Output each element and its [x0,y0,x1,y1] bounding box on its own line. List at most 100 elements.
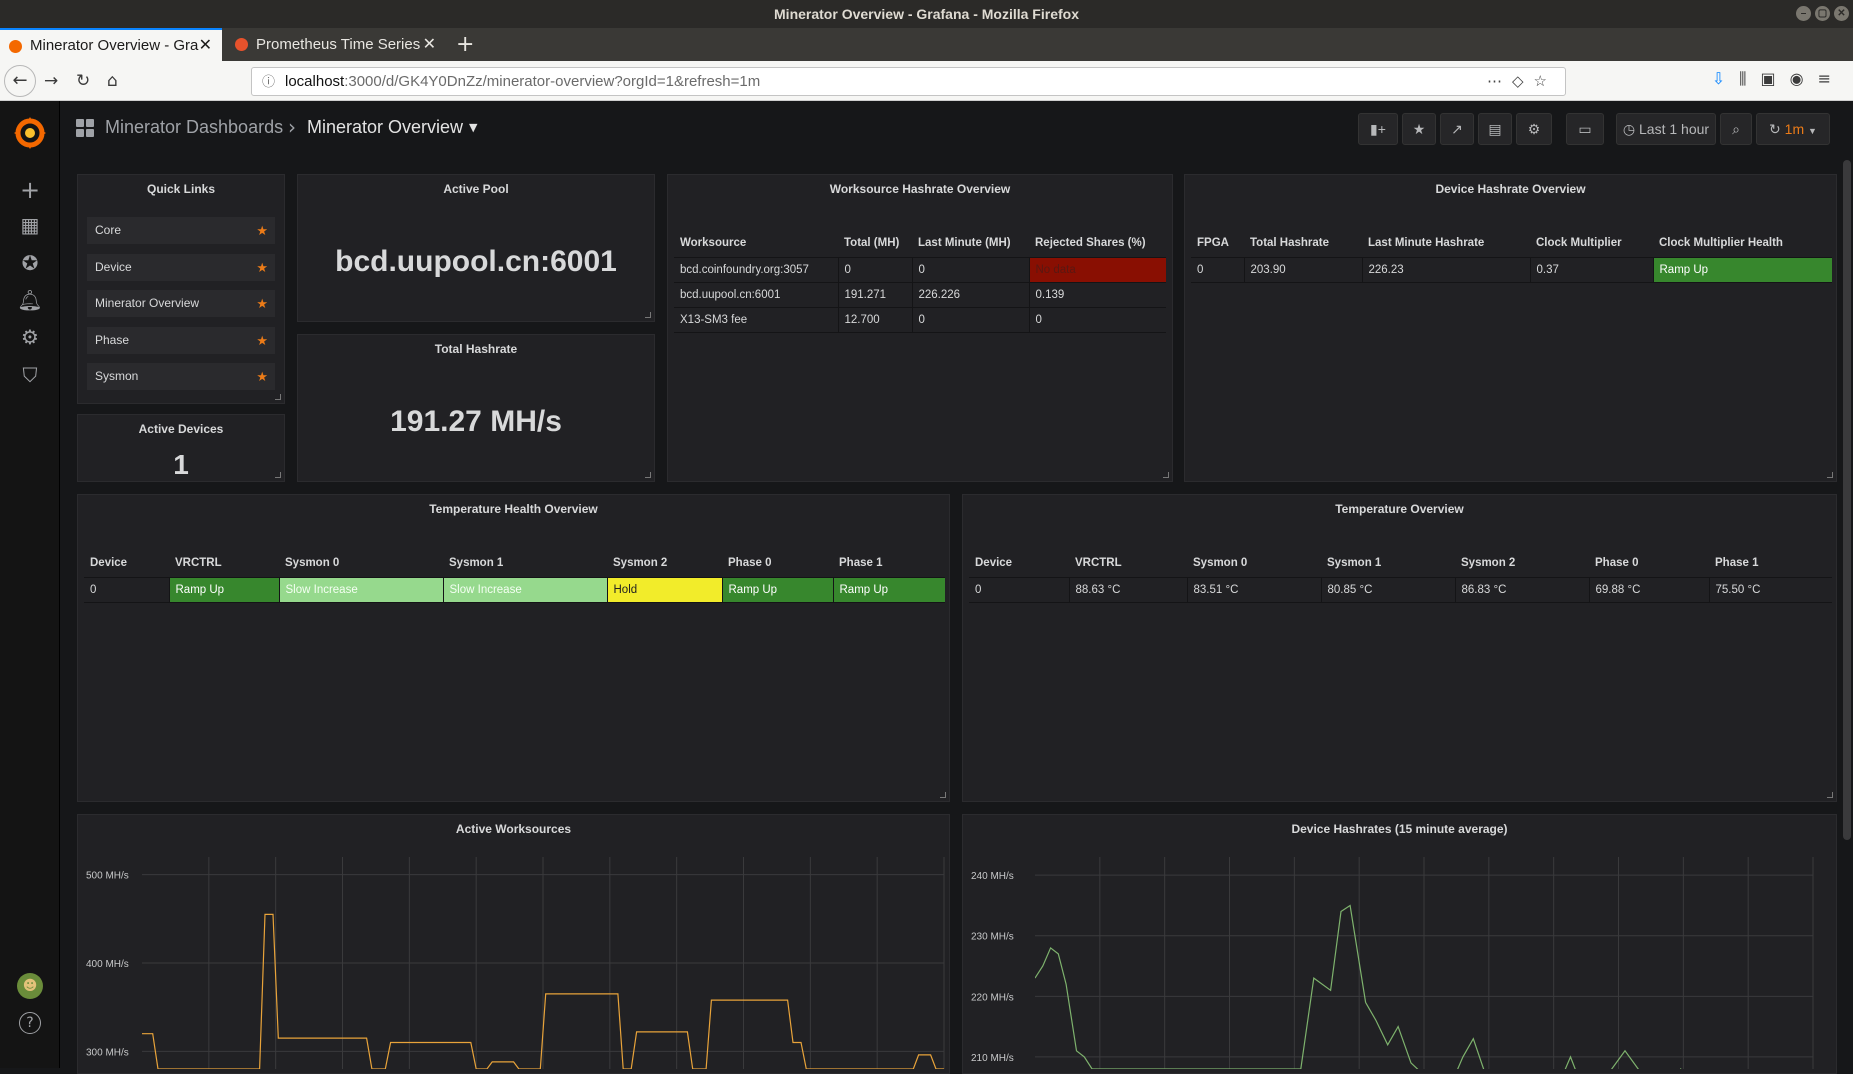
column-header[interactable]: Sysmon 2 [607,550,722,577]
breadcrumb-folder[interactable]: Minerator Dashboards [105,117,283,138]
device-hashrate-panel: Device Hashrate Overview FPGA Total Hash… [1184,174,1837,482]
table-cell: 203.90 [1243,256,1362,283]
grafana-logo-icon[interactable] [11,114,49,152]
dashboard-title[interactable]: Minerator Overview [307,117,463,138]
column-header[interactable]: Sysmon 1 [443,550,607,577]
home-icon[interactable]: ⌂ [107,69,118,93]
quick-link-minerator-overview[interactable]: Minerator Overview ★ [87,290,275,317]
close-window-button[interactable]: ✕ [1834,6,1849,21]
column-header[interactable]: Rejected Shares (%) [1029,230,1166,257]
column-header[interactable]: Sysmon 2 [1455,550,1589,577]
resize-handle[interactable] [1827,792,1833,798]
column-header[interactable]: FPGA [1191,230,1244,257]
panel-title[interactable]: Active Devices [78,415,284,436]
configuration-icon[interactable]: ⚙ [17,324,43,350]
panel-title[interactable]: Worksource Hashrate Overview [668,175,1172,196]
status-cell: Slow Increase [278,576,443,603]
panel-title[interactable]: Quick Links [78,175,284,196]
column-header[interactable]: Phase 1 [833,550,945,577]
panel-title[interactable]: Temperature Overview [963,495,1836,516]
dashboards-icon[interactable]: ▦ [17,212,43,238]
time-picker-button[interactable]: ◷ Last 1 hour [1616,113,1716,145]
column-header[interactable]: Device [84,550,169,577]
add-panel-button[interactable]: ▮+ [1358,113,1398,145]
column-header[interactable]: Sysmon 0 [279,550,443,577]
column-header[interactable]: Worksource [674,230,838,257]
column-header[interactable]: Last Minute Hashrate [1362,230,1530,257]
star-icon: ★ [256,296,268,311]
back-arrow-icon[interactable]: ← [4,65,36,97]
column-header[interactable]: VRCTRL [169,550,279,577]
cycle-view-mode-button[interactable]: ▭ [1566,113,1604,145]
sidebar-icon[interactable]: ▣ [1761,69,1790,88]
star-dashboard-button[interactable]: ★ [1402,113,1436,145]
forward-arrow-icon[interactable]: → [44,69,58,93]
create-icon[interactable]: + [17,177,43,203]
resize-handle[interactable] [275,394,281,400]
share-dashboard-button[interactable]: ↗ [1440,113,1474,145]
column-header[interactable]: Sysmon 1 [1321,550,1455,577]
column-header[interactable]: Device [969,550,1069,577]
close-tab-icon[interactable]: ✕ [423,28,436,61]
device-hashrates-chart[interactable]: 240 MH/s 230 MH/s 220 MH/s 210 MH/s [963,815,1838,1069]
resize-handle[interactable] [1827,472,1833,478]
chevron-down-icon[interactable]: ▼ [1808,126,1817,136]
save-dashboard-button[interactable]: ▤ [1478,113,1512,145]
tab-minerator-overview[interactable]: Minerator Overview - Gra ✕ [0,28,222,61]
column-header[interactable]: Phase 0 [722,550,833,577]
column-header[interactable]: Last Minute (MH) [912,230,1029,257]
table-cell: 0.37 [1529,256,1653,283]
column-header[interactable]: Clock Multiplier [1530,230,1653,257]
quick-link-device[interactable]: Device ★ [87,254,275,281]
new-tab-icon[interactable]: + [456,28,474,61]
column-header[interactable]: Sysmon 0 [1187,550,1321,577]
bookmark-star-icon[interactable]: ☆ [1534,73,1557,90]
alerting-icon[interactable]: 🔔︎ [17,287,43,313]
panel-title[interactable]: Device Hashrate Overview [1185,175,1836,196]
site-info-icon[interactable]: ⓘ [262,68,275,95]
page-scrollbar[interactable] [1843,160,1851,840]
column-header[interactable]: Total (MH) [838,230,912,257]
active-worksources-chart[interactable]: 500 MH/s 400 MH/s 300 MH/s [78,815,951,1069]
chevron-down-icon[interactable]: ▼ [469,121,477,134]
grafana-favicon-icon [9,40,22,53]
resize-handle[interactable] [940,792,946,798]
quick-link-core[interactable]: Core ★ [87,217,275,244]
table-header-row: Worksource Total (MH) Last Minute (MH) R… [674,230,1166,257]
maximize-button[interactable]: ▢ [1815,6,1830,21]
column-header[interactable]: Phase 1 [1709,550,1832,577]
zoom-out-button[interactable]: ⌕ [1720,113,1752,145]
active-devices-panel: Active Devices 1 [77,414,285,482]
url-bar[interactable]: ⓘ localhost:3000/d/GK4Y0DnZz/minerator-o… [251,67,1566,96]
account-icon[interactable]: ◉ [1790,69,1818,88]
user-avatar[interactable]: ☻ [17,973,43,999]
panel-title[interactable]: Active Pool [298,175,654,196]
pocket-icon[interactable]: ◇ [1512,73,1534,90]
help-icon[interactable]: ? [19,1012,41,1034]
resize-handle[interactable] [645,312,651,318]
refresh-picker-button[interactable]: ↻ 1m ▼ [1756,113,1830,145]
quick-link-sysmon[interactable]: Sysmon ★ [87,363,275,390]
minimize-button[interactable]: – [1796,6,1811,21]
column-header[interactable]: Phase 0 [1589,550,1709,577]
panel-title[interactable]: Temperature Health Overview [78,495,949,516]
panel-title[interactable]: Total Hashrate [298,335,654,356]
resize-handle[interactable] [1163,472,1169,478]
resize-handle[interactable] [645,472,651,478]
column-header[interactable]: Total Hashrate [1244,230,1362,257]
close-tab-icon[interactable]: ✕ [199,30,212,61]
tab-prometheus[interactable]: Prometheus Time Series ✕ [226,28,446,61]
resize-handle[interactable] [275,472,281,478]
dashboard-settings-button[interactable]: ⚙ [1516,113,1552,145]
menu-icon[interactable]: ≡ [1818,69,1845,88]
column-header[interactable]: VRCTRL [1069,550,1187,577]
explore-icon[interactable]: ✪ [17,250,43,276]
quick-link-phase[interactable]: Phase ★ [87,327,275,354]
page-actions-icon[interactable]: ⋯ [1487,73,1512,90]
download-icon[interactable]: ⇩ [1712,69,1739,88]
reload-icon[interactable]: ↻ [76,69,90,93]
library-icon[interactable]: ⫼ [1739,69,1760,88]
refresh-interval-label: 1m [1784,121,1805,137]
server-admin-icon[interactable]: ⛉ [17,362,43,388]
column-header[interactable]: Clock Multiplier Health [1653,230,1832,257]
